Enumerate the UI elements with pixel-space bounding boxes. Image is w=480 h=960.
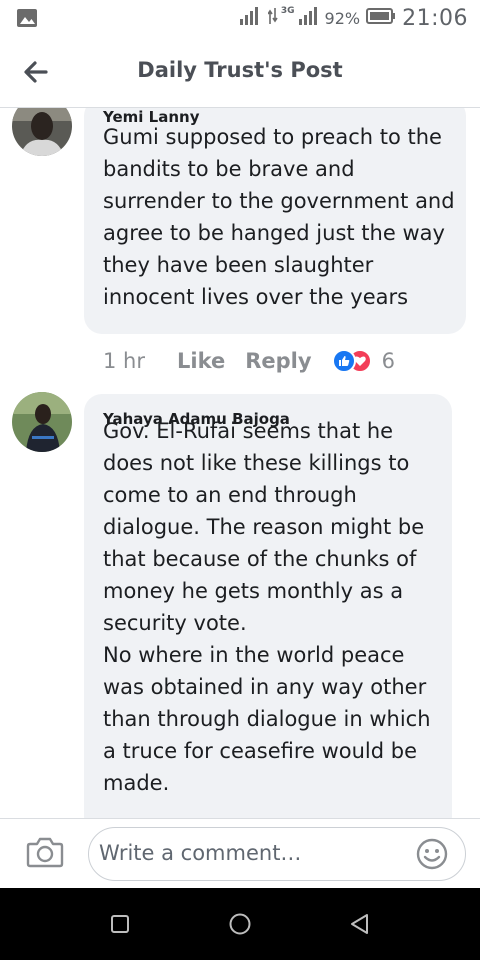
comment-text: Gumi supposed to preach to the bandits t… <box>103 125 455 309</box>
emoji-icon[interactable] <box>415 837 449 875</box>
reaction-summary[interactable] <box>331 349 372 373</box>
comment-input[interactable]: Write a comment… <box>88 827 466 881</box>
comment-composer: Write a comment… <box>0 818 480 888</box>
reaction-count[interactable]: 6 <box>382 349 395 373</box>
back-nav-icon[interactable] <box>346 910 374 938</box>
page-title: Daily Trust's Post <box>137 58 343 82</box>
recents-icon[interactable] <box>106 910 134 938</box>
app-header: Daily Trust's Post <box>0 36 480 108</box>
like-reaction-icon <box>331 349 356 373</box>
signal-icon <box>239 6 262 30</box>
comment-time: 1 hr <box>103 349 145 373</box>
avatar[interactable] <box>12 108 72 156</box>
camera-icon[interactable] <box>26 835 64 873</box>
comment-placeholder: Write a comment… <box>99 841 302 865</box>
system-nav-bar <box>0 888 480 960</box>
avatar[interactable] <box>12 392 72 452</box>
home-icon[interactable] <box>226 910 254 938</box>
network-type: 3G <box>280 6 295 16</box>
image-notification-icon <box>16 8 38 32</box>
status-right: 3G 92% 21:06 <box>239 5 468 31</box>
data-arrows-icon <box>267 6 278 30</box>
comment-list: Yemi Lanny Gumi supposed to preach to th… <box>0 108 480 818</box>
comment-text: Gov. El-Rufai seems that he does not lik… <box>103 419 431 795</box>
comment-bubble: Yemi Lanny Gumi supposed to preach to th… <box>84 108 466 334</box>
clock: 21:06 <box>402 5 468 31</box>
like-button[interactable]: Like <box>177 349 225 373</box>
signal-icon-2 <box>298 6 319 30</box>
comment-actions: 1 hr Like Reply 6 <box>103 346 395 376</box>
battery-icon <box>366 7 396 29</box>
comment-bubble: Yahaya Adamu Bajoga Gov. El-Rufai seems … <box>84 394 452 818</box>
status-bar: 3G 92% 21:06 <box>0 0 480 36</box>
battery-percent: 92% <box>324 8 361 28</box>
reply-button[interactable]: Reply <box>245 349 311 373</box>
